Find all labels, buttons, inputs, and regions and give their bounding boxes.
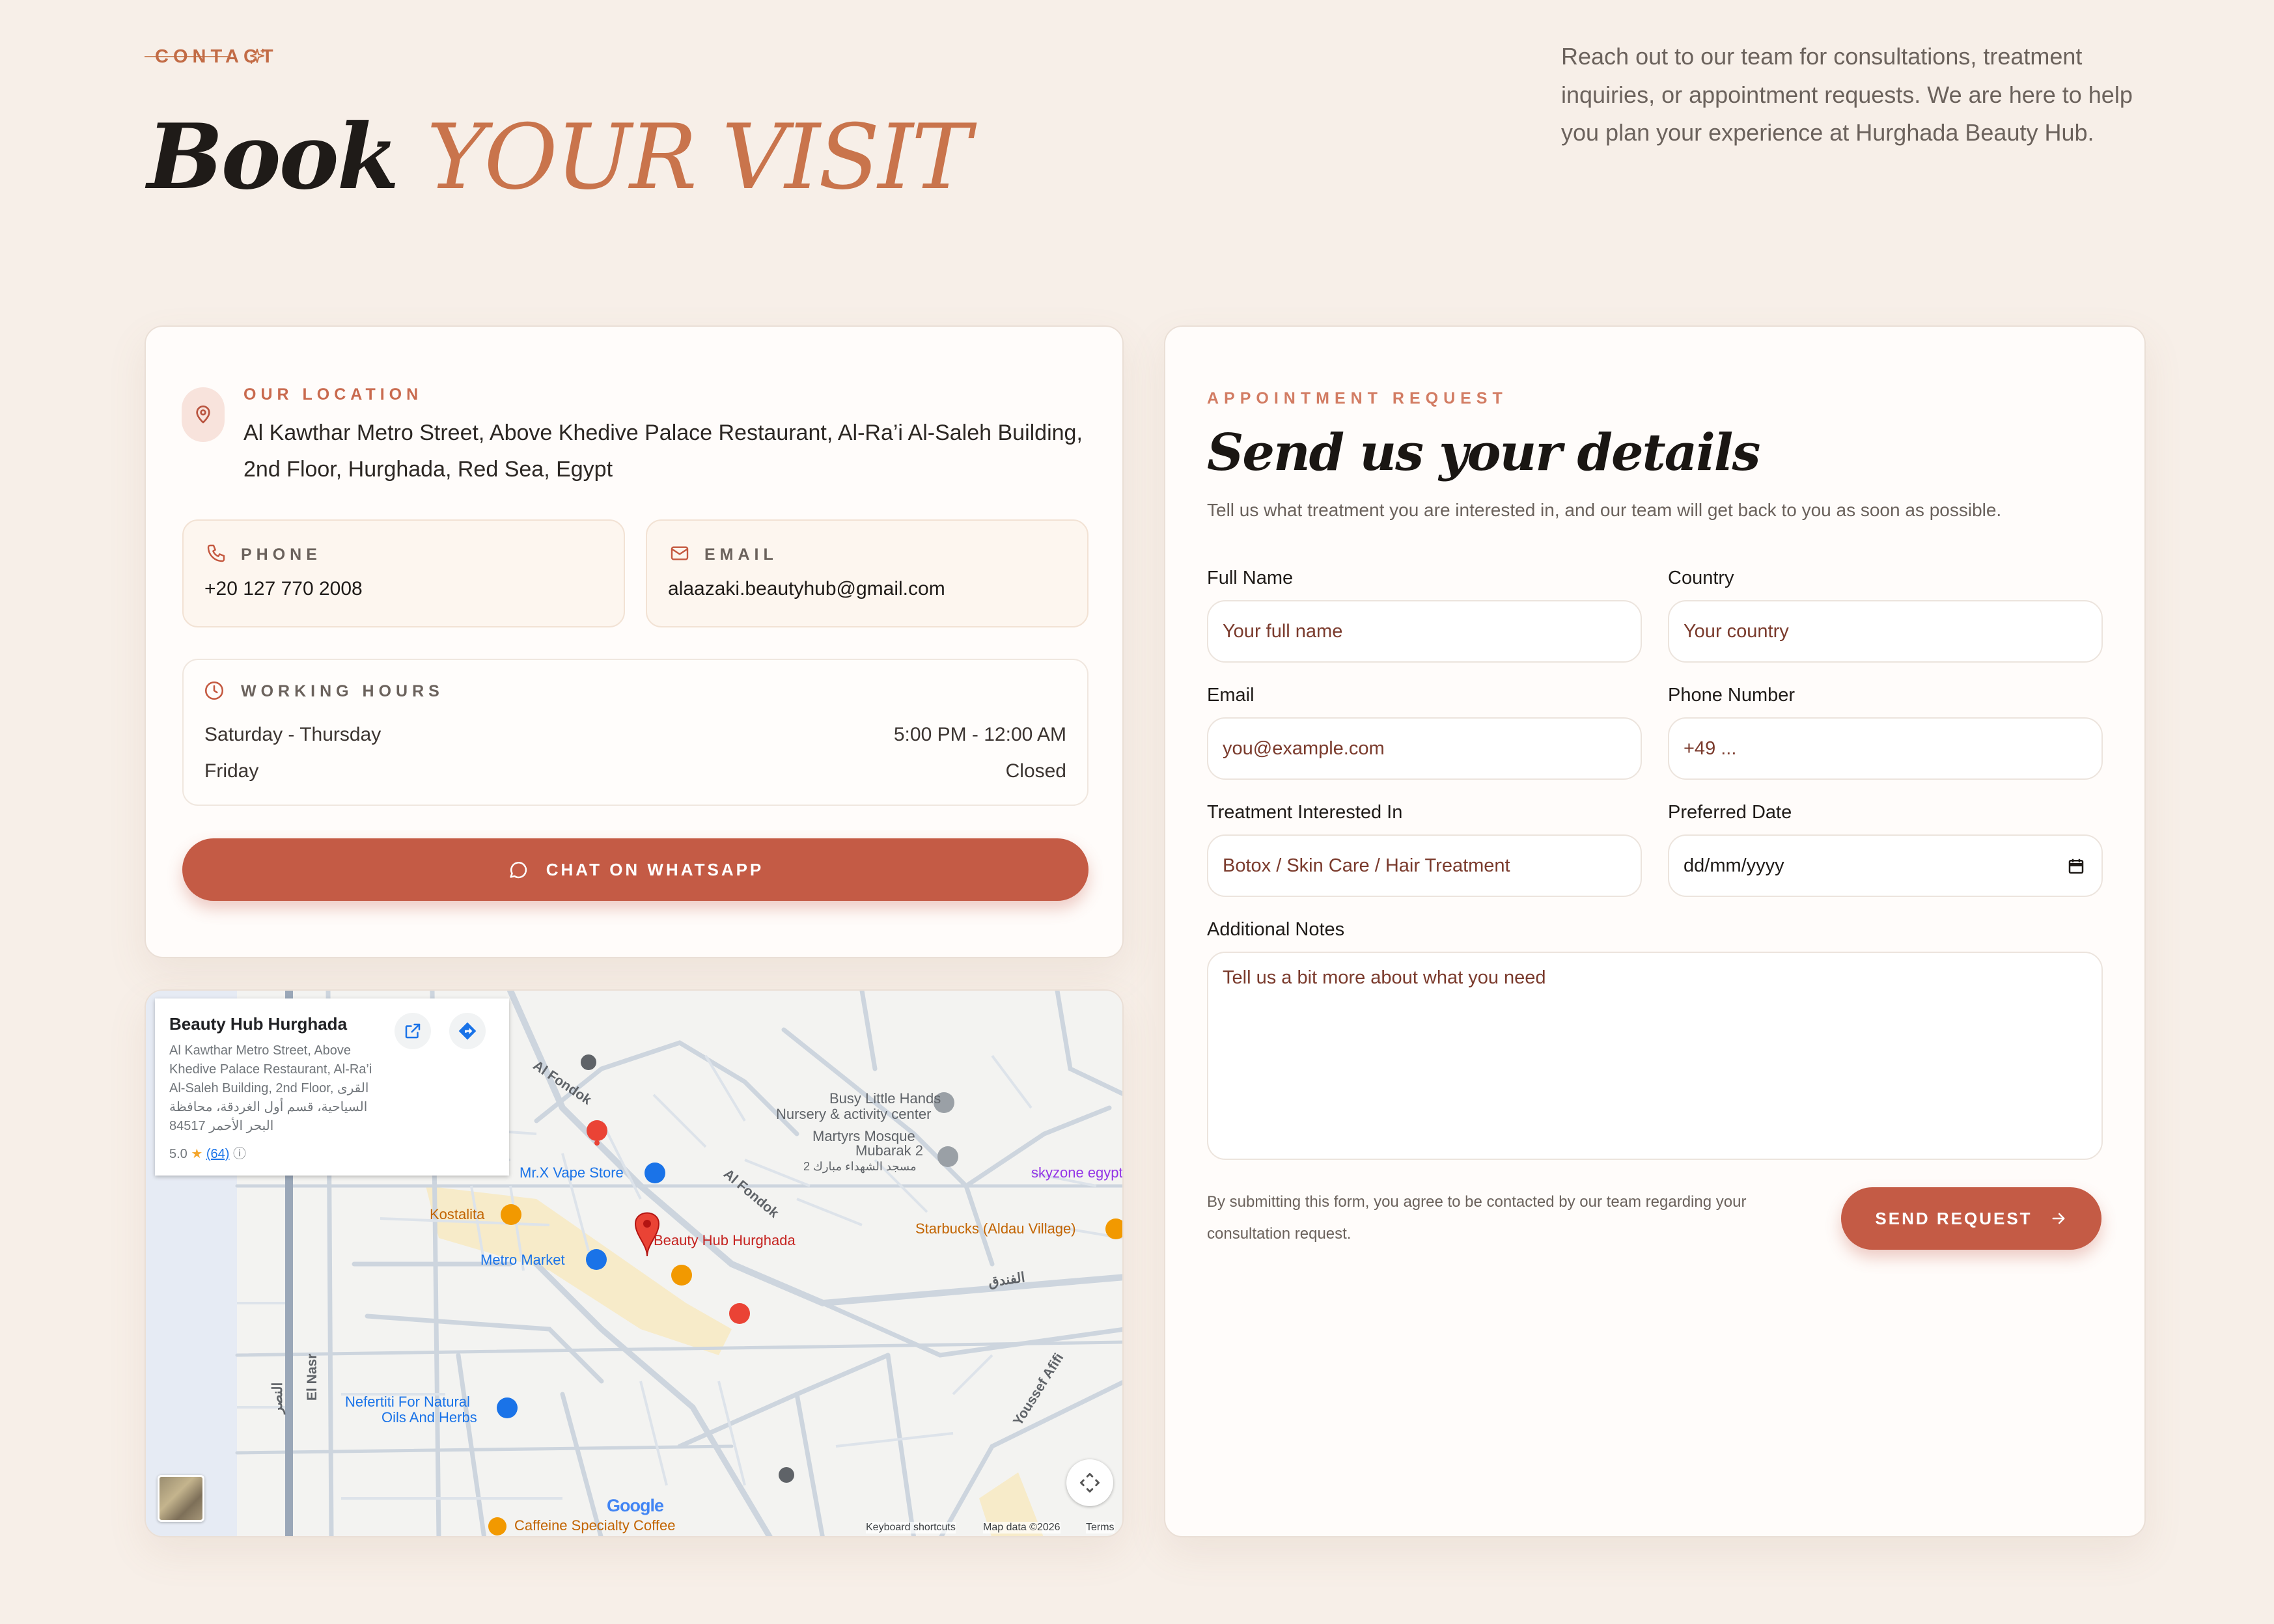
map-label-skyzone[interactable]: skyzone egypt [1031, 1165, 1122, 1181]
map-label-kostalita[interactable]: Kostalita [430, 1207, 484, 1222]
open-in-maps-button[interactable] [395, 1013, 431, 1049]
additional-notes-label: Additional Notes [1207, 919, 1345, 940]
intro-text: Reach out to our team for consultations,… [1561, 43, 2133, 146]
form-title: Send us your details [1207, 423, 1760, 482]
satellite-toggle[interactable] [158, 1475, 204, 1522]
email-input[interactable]: you@example.com [1207, 717, 1642, 780]
info-icon[interactable]: ⓘ [233, 1147, 246, 1161]
map-label-busy-little[interactable]: Busy Little Hands [829, 1091, 941, 1107]
google-logo: Google [607, 1496, 664, 1515]
form-eyebrow: APPOINTMENT REQUEST [1207, 389, 1508, 407]
map-label-nefertiti-2: Oils And Herbs [381, 1409, 477, 1425]
full-name-input[interactable]: Your full name [1207, 600, 1642, 663]
whatsapp-label: CHAT ON WHATSAPP [546, 859, 764, 879]
location-card: OUR LOCATION Al Kawthar Metro Street, Ab… [145, 325, 1124, 958]
treatment-label: Treatment Interested In [1207, 802, 1403, 823]
clock-icon [204, 681, 224, 700]
country-label: Country [1668, 568, 1734, 588]
rating-count-link[interactable]: (64) [206, 1147, 230, 1161]
map-camera-controls[interactable] [1066, 1459, 1113, 1506]
mail-icon [671, 546, 689, 560]
hours-row: Saturday - Thursday 5:00 PM - 12:00 AM [204, 724, 1066, 746]
map-label-metro[interactable]: Metro Market [480, 1252, 565, 1268]
star-icon: ★ [191, 1147, 203, 1161]
hours-row: Friday Closed [204, 760, 1066, 782]
map-place-card: Beauty Hub Hurghada Al Kawthar Metro Str… [155, 998, 509, 1176]
hours-days: Friday [204, 760, 259, 782]
email-box[interactable]: EMAIL alaazaki.beautyhub@gmail.com [646, 519, 1088, 627]
arrow-right-icon [2052, 1213, 2065, 1224]
phone-number-input[interactable]: +49 ... [1668, 717, 2103, 780]
map-label-caffeine[interactable]: Caffeine Specialty Coffee [514, 1518, 675, 1534]
place-address: Al Kawthar Metro Street, Above Khedive P… [169, 1043, 372, 1133]
directions-icon [458, 1022, 477, 1040]
consent-disclaimer: By submitting this form, you agree to be… [1207, 1193, 1747, 1243]
map-label-arabic-mosque: مسجد الشهداء مبارك 2 [803, 1160, 917, 1173]
email-value: alaazaki.beautyhub@gmail.com [668, 578, 945, 599]
map-label-nefertiti-1[interactable]: Nefertiti For Natural [345, 1394, 470, 1410]
email-label: Email [1207, 685, 1255, 706]
additional-notes-textarea[interactable]: Tell us a bit more about what you need [1207, 952, 2103, 1160]
full-name-label: Full Name [1207, 568, 1294, 588]
hours-time: 5:00 PM - 12:00 AM [893, 724, 1066, 745]
hours-label: WORKING HOURS [241, 682, 444, 700]
map-label-starbucks[interactable]: Starbucks (Aldau Village) [915, 1221, 1076, 1237]
map-embed[interactable]: Beauty Hub Hurghada Al Kawthar Metro Str… [145, 989, 1124, 1537]
location-address: Al Kawthar Metro Street, Above Khedive P… [243, 420, 1083, 482]
hours-days: Saturday - Thursday [204, 724, 381, 745]
location-heading: OUR LOCATION [243, 385, 423, 404]
phone-box[interactable]: PHONE +20 127 770 2008 [182, 519, 625, 627]
map-label-beauty-hub[interactable]: Beauty Hub Hurghada [654, 1233, 796, 1248]
map-label-mrx[interactable]: Mr.X Vape Store [520, 1165, 624, 1181]
email-label: EMAIL [704, 545, 778, 564]
external-link-icon [405, 1023, 421, 1039]
date-placeholder: dd/mm/yyyy [1684, 855, 1784, 876]
calendar-icon[interactable] [2066, 857, 2086, 876]
treatment-input[interactable]: Botox / Skin Care / Hair Treatment [1207, 834, 1642, 897]
send-request-label: SEND REQUEST [1875, 1208, 2032, 1228]
chat-bubble-icon [510, 862, 527, 879]
phone-label: PHONE [241, 545, 322, 564]
appointment-form: APPOINTMENT REQUEST Send us your details… [1164, 325, 2146, 1537]
rating-value: 5.0 [169, 1147, 187, 1161]
phone-value: +20 127 770 2008 [204, 578, 363, 599]
map-pin-icon [196, 406, 210, 424]
section-eyebrow: CONTACT [145, 46, 273, 67]
country-input[interactable]: Your country [1668, 600, 2103, 663]
preferred-date-label: Preferred Date [1668, 802, 1792, 823]
terms-link[interactable]: Terms [1086, 1522, 1115, 1534]
directions-button[interactable] [449, 1013, 486, 1049]
title-accent: YOUR VISIT [426, 105, 971, 210]
street-el-nasr-ar: النصر [270, 1382, 285, 1414]
location-pin-badge [182, 387, 225, 442]
keyboard-shortcuts-link[interactable]: Keyboard shortcuts [866, 1522, 956, 1534]
form-subtitle: Tell us what treatment you are intereste… [1207, 500, 2002, 520]
map-label-nursery[interactable]: Nursery & activity center [776, 1107, 931, 1122]
street-el-nasr: El Nasr [305, 1353, 320, 1401]
send-request-button[interactable]: SEND REQUEST [1841, 1187, 2101, 1250]
move-icon [1080, 1473, 1100, 1493]
map-label-mubarak: Mubarak 2 [855, 1142, 923, 1159]
preferred-date-input[interactable]: dd/mm/yyyy [1668, 834, 2103, 897]
hours-time: Closed [1005, 760, 1066, 782]
phone-number-label: Phone Number [1668, 685, 1796, 706]
map-data-attribution: Map data ©2026 [983, 1522, 1061, 1534]
whatsapp-button[interactable]: CHAT ON WHATSAPP [182, 838, 1088, 901]
place-rating: 5.0 ★ (64) ⓘ [169, 1143, 246, 1162]
title-strong: Book [147, 103, 399, 210]
page-title: Book YOUR VISIT [147, 99, 971, 215]
working-hours: WORKING HOURS Saturday - Thursday 5:00 P… [182, 659, 1088, 806]
eyebrow-label: CONTACT [155, 46, 278, 67]
place-name: Beauty Hub Hurghada [169, 1014, 348, 1034]
phone-icon [207, 544, 225, 562]
